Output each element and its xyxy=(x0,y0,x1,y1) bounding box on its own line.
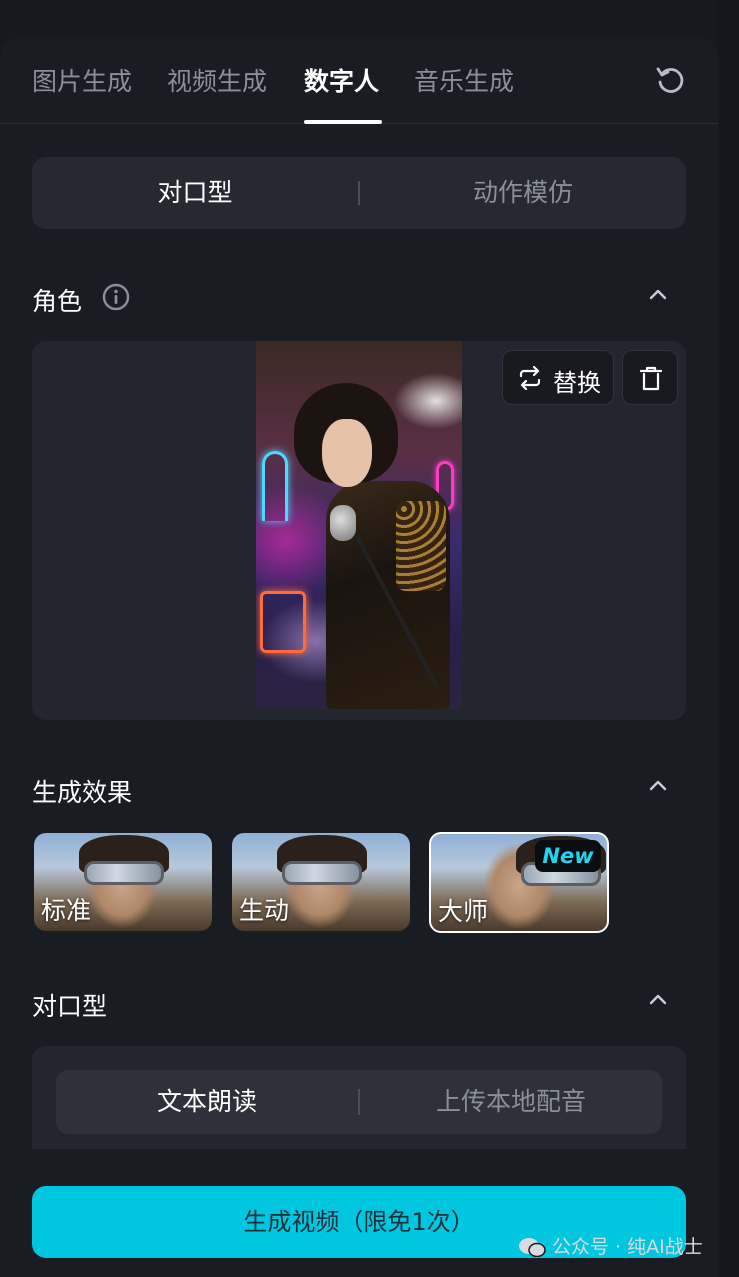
singer-face xyxy=(322,419,372,487)
neon-sign-decoration xyxy=(262,451,288,521)
mode-segmented-control: 对口型 动作模仿 xyxy=(32,157,686,229)
tab-digital-human[interactable]: 数字人 xyxy=(304,62,379,98)
effect-label: 大师 xyxy=(438,897,489,926)
effect-label: 标准 xyxy=(41,896,92,925)
delete-character-button[interactable] xyxy=(622,350,678,405)
tab-music-generation[interactable]: 音乐生成 xyxy=(414,62,514,98)
watermark: 公众号 · 纯AI战士 xyxy=(518,1232,703,1259)
lip-sync-box: 文本朗读 上传本地配音 xyxy=(32,1046,686,1149)
thumb-goggles xyxy=(84,861,164,885)
effect-section-title: 生成效果 xyxy=(32,778,133,807)
mode-motion-imitation[interactable]: 动作模仿 xyxy=(360,157,686,229)
refresh-icon[interactable] xyxy=(654,64,686,96)
watermark-text: 公众号 · 纯AI战士 xyxy=(552,1236,703,1258)
audio-source-text-reading[interactable]: 文本朗读 xyxy=(56,1070,358,1134)
info-icon[interactable] xyxy=(102,283,130,311)
top-tab-bar: 图片生成 视频生成 数字人 音乐生成 xyxy=(0,36,718,124)
effect-option-standard[interactable]: 标准 xyxy=(34,833,212,931)
replace-label: 替换 xyxy=(553,369,601,397)
effect-collapse-chevron-up-icon[interactable] xyxy=(646,774,670,798)
tab-image-generation[interactable]: 图片生成 xyxy=(32,62,132,98)
leopard-jacket xyxy=(396,501,446,591)
effect-option-vivid[interactable]: 生动 xyxy=(232,833,410,931)
character-image xyxy=(256,341,462,709)
swap-icon xyxy=(517,365,543,391)
character-preview-box: 替换 xyxy=(32,341,686,720)
microphone xyxy=(330,505,356,541)
audio-source-segmented-control: 文本朗读 上传本地配音 xyxy=(56,1070,662,1134)
wechat-icon xyxy=(519,1238,546,1257)
lip-sync-collapse-chevron-up-icon[interactable] xyxy=(646,988,670,1012)
tab-video-generation[interactable]: 视频生成 xyxy=(167,62,267,98)
effect-option-master[interactable]: 大师 New xyxy=(429,832,609,933)
neon-box-decoration xyxy=(260,591,306,653)
character-collapse-chevron-up-icon[interactable] xyxy=(646,283,670,307)
character-section-title: 角色 xyxy=(32,287,83,316)
effect-label: 生动 xyxy=(239,896,290,925)
thumb-goggles xyxy=(282,861,362,885)
lip-sync-section-title: 对口型 xyxy=(32,992,108,1021)
active-tab-indicator xyxy=(304,120,382,124)
mode-lip-sync[interactable]: 对口型 xyxy=(32,157,358,229)
trash-icon xyxy=(639,366,663,391)
window-edge xyxy=(718,0,739,1277)
digital-human-panel: 图片生成 视频生成 数字人 音乐生成 对口型 动作模仿 角色 替换 生成效果 标… xyxy=(0,36,718,1277)
audio-source-upload-local[interactable]: 上传本地配音 xyxy=(360,1070,662,1134)
new-badge: New xyxy=(535,840,601,872)
replace-character-button[interactable]: 替换 xyxy=(502,350,614,405)
